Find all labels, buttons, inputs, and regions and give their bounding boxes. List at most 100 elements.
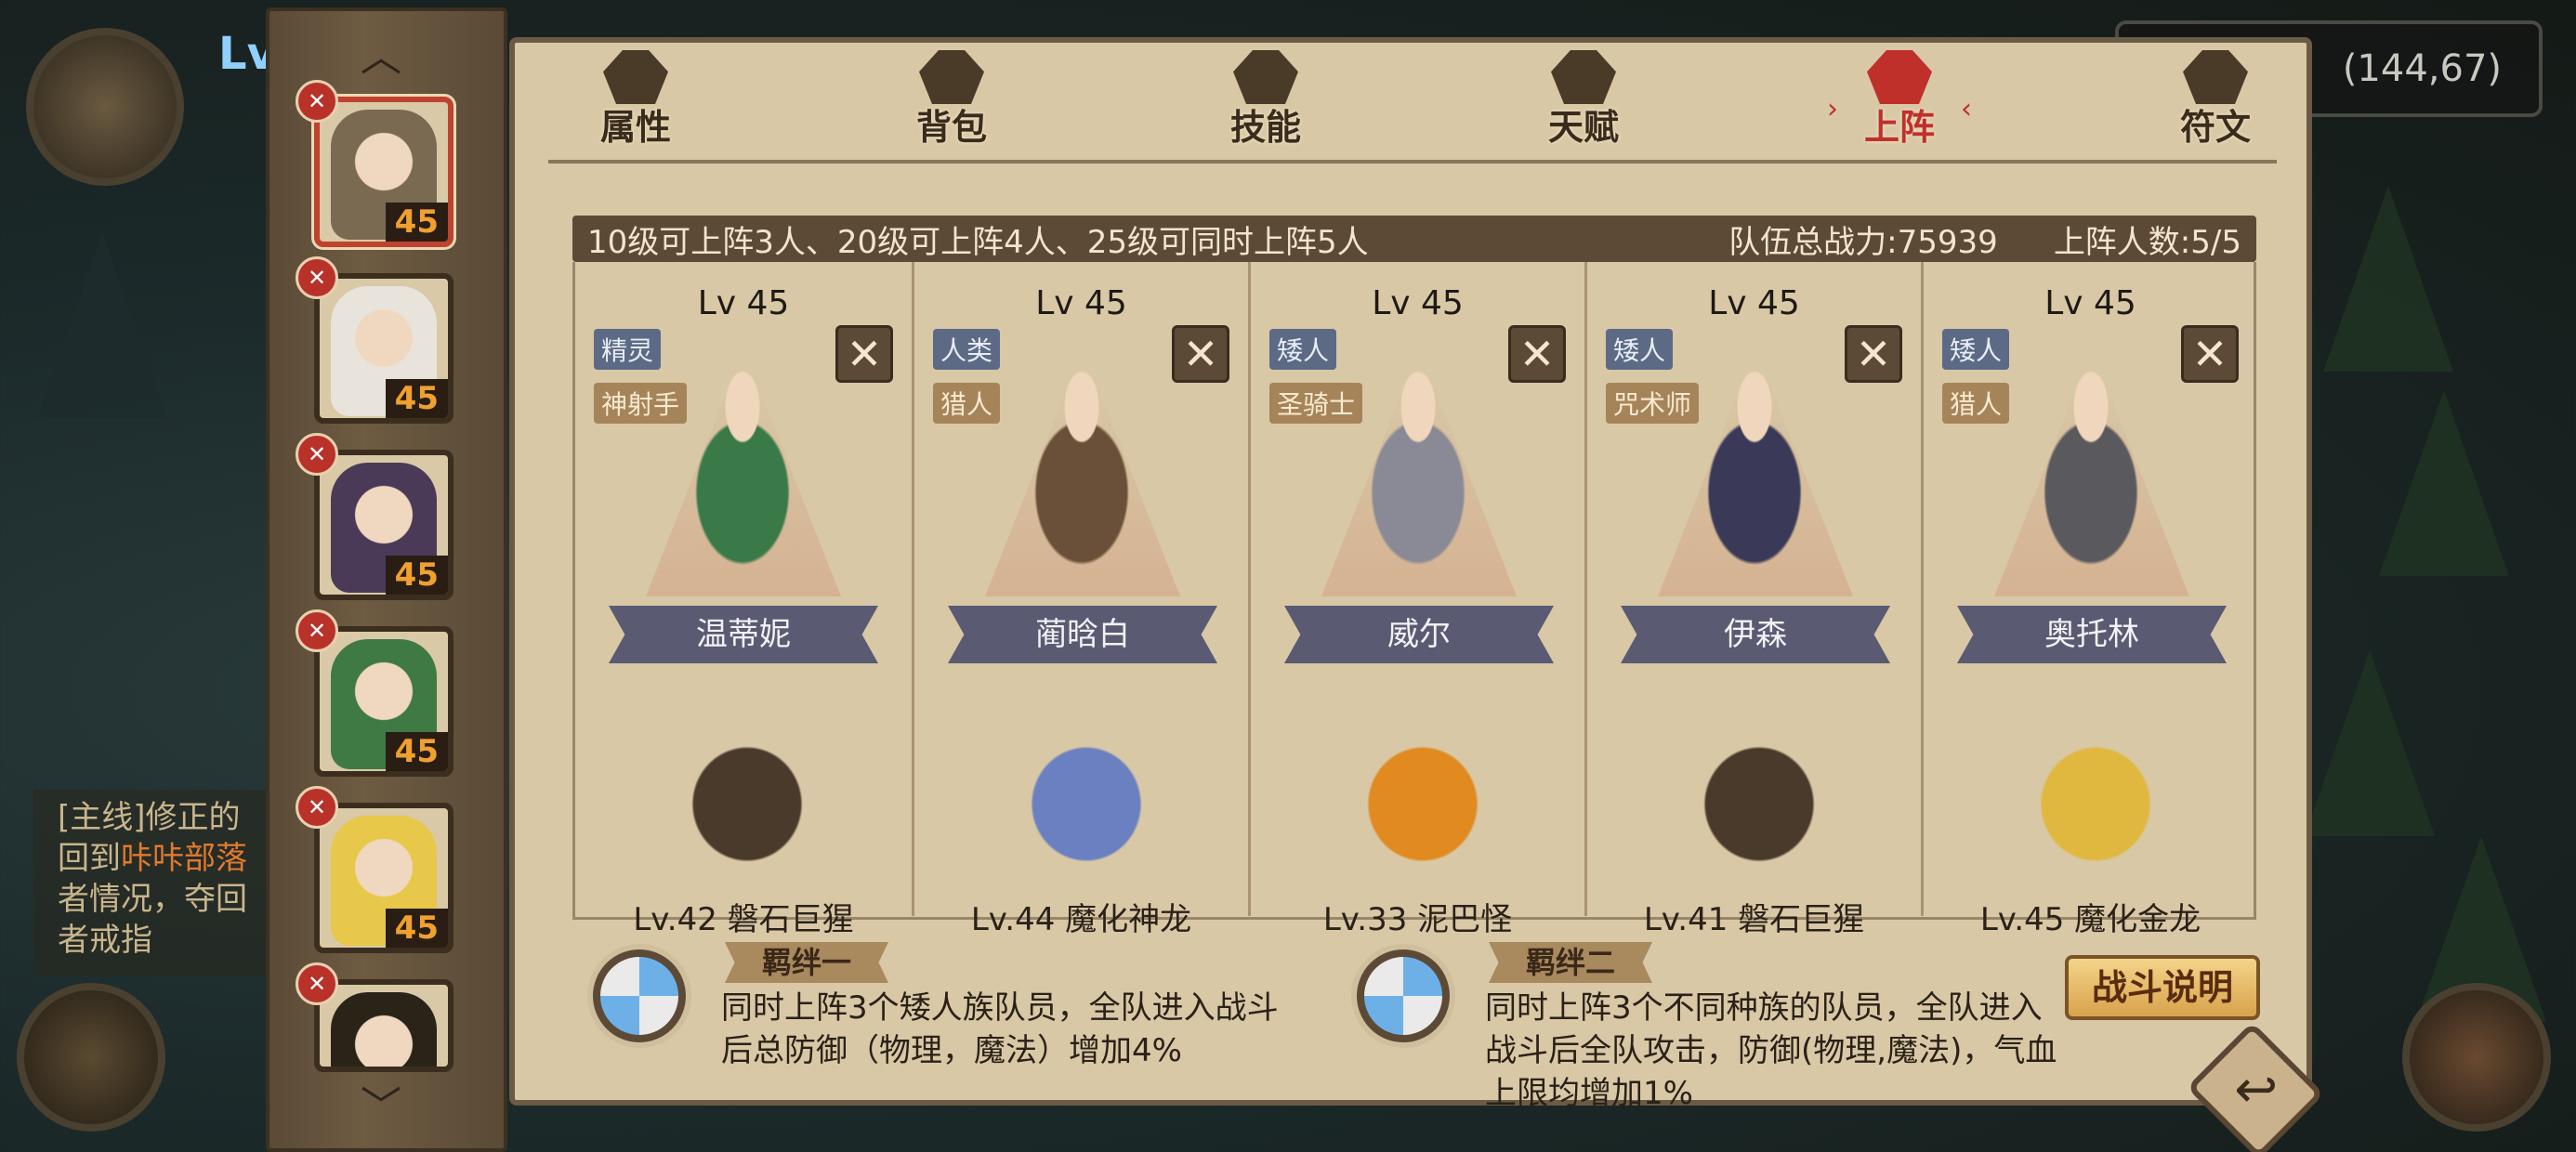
roster-hero-slot[interactable]: 45 [314, 450, 453, 600]
remove-hero-button[interactable]: ✕ [2181, 325, 2239, 383]
bond-text: 上限均增加1% [1485, 1075, 1693, 1112]
tab-label: 上阵 [1863, 107, 1935, 148]
quest-text: 回到 [58, 840, 121, 877]
hero-figure [1671, 364, 1838, 578]
remove-hero-button[interactable]: ✕ [1845, 325, 1902, 383]
tab-label: 属性 [599, 107, 671, 148]
hero-figure [659, 364, 826, 578]
tab-eye[interactable]: 天赋 [1500, 50, 1667, 152]
class-tag: 猎人 [1942, 383, 2010, 424]
deployed-badge-icon: ✕ [296, 962, 338, 1005]
race-tag: 矮人 [1942, 329, 2010, 370]
deployed-badge-icon: ✕ [296, 433, 338, 476]
hero-roster[interactable]: ︿ 45 ✕ 45 ✕ 45 ✕ 45 ✕ 45 ✕ ✕ ﹀ [266, 7, 507, 1152]
team-power: 队伍总战力:75939 [1728, 223, 1998, 261]
bond-text: 战斗后全队攻击，防御(物理,魔法)，气血 [1485, 1032, 2057, 1069]
remove-hero-button[interactable]: ✕ [1172, 325, 1229, 383]
lineup-hero-card[interactable]: Lv 45 矮人猎人 ✕ 奥托林 Lv.45 魔化金龙 [1921, 262, 2257, 938]
remove-hero-button[interactable]: ✕ [835, 325, 893, 383]
pet-name: Lv.41 磐石巨猩 [1643, 901, 1865, 938]
lineup-hero-card[interactable]: Lv 45 矮人 咒术师 ✕ 伊森 Lv.41 磐石巨猩 [1584, 262, 1921, 938]
tab-arrow-left-icon: › [1827, 93, 1838, 125]
tab-backpack[interactable]: 背包 [868, 50, 1035, 152]
roster-hero-slot[interactable]: 45 [314, 626, 453, 777]
scroll-up-icon[interactable]: ︿ [353, 37, 409, 78]
hero-level: 45 [385, 203, 448, 242]
pet-name: Lv.44 魔化神龙 [970, 901, 1192, 938]
lineup-hero-card[interactable]: Lv 45 矮人 圣骑士 ✕ 威尔 Lv.33 泥巴怪 [1248, 262, 1584, 938]
tab-label: 背包 [915, 107, 987, 148]
hero-figure [998, 364, 1165, 578]
battle-info-button[interactable]: 战斗说明 [2065, 955, 2260, 1020]
hero-figure [1334, 364, 1502, 578]
hero-level: Lv 45 [1035, 284, 1127, 322]
hero-name: 奥托林 [1957, 606, 2227, 663]
tab-label: 符文 [2179, 107, 2251, 148]
race-tag: 精灵 [594, 329, 662, 370]
quest-text: 者戒指 [58, 922, 152, 959]
tab-arrow-right-icon: ‹ [1961, 93, 1972, 125]
home-button[interactable] [2402, 983, 2551, 1132]
hero-level: 45 [385, 909, 448, 948]
bond-one-description: 同时上阵3个矮人族队员，全队进入战斗 后总防御（物理，魔法）增加4% [721, 987, 1279, 1072]
roster-hero-slot[interactable]: 45 [314, 273, 453, 424]
hero-name: 伊森 [1621, 606, 1890, 663]
tab-crossed-swords[interactable]: 上阵 › ‹ [1816, 50, 1983, 152]
quest-text: 者情况，夺回 [58, 881, 247, 918]
class-tag: 猎人 [933, 383, 1001, 424]
pet-figure [1339, 717, 1506, 875]
tab-rune[interactable]: 符文 [2132, 50, 2299, 152]
return-arrow-icon: ↩ [2234, 1059, 2279, 1120]
race-tag: 人类 [933, 329, 1001, 370]
remove-hero-button[interactable]: ✕ [1508, 325, 1566, 383]
deployed-badge-icon: ✕ [296, 609, 338, 652]
divider [548, 160, 2277, 164]
pet-menu-button[interactable] [17, 983, 165, 1132]
pet-name: Lv.45 魔化金龙 [1979, 901, 2201, 938]
book-icon [1233, 50, 1298, 104]
bond-two-description: 同时上阵3个不同种族的队员，全队进入 战斗后全队攻击，防御(物理,魔法)，气血 … [1485, 987, 2057, 1115]
hero-name: 威尔 [1284, 606, 1554, 663]
roster-hero-slot[interactable]: 45 [314, 803, 453, 953]
bond-one-title: 羁绊一 [725, 942, 889, 983]
pet-name: Lv.33 泥巴怪 [1322, 901, 1513, 938]
hero-figure [2007, 364, 2175, 578]
lineup-hero-card[interactable]: Lv 45 人类猎人 ✕ 蔺晗白 Lv.44 魔化神龙 [912, 262, 1248, 938]
bond-two-title: 羁绊二 [1489, 942, 1653, 983]
quest-tracker[interactable]: [主线]修正的 回到咔咔部落 者情况，夺回 者戒指 [33, 790, 275, 975]
player-avatar[interactable] [26, 28, 184, 186]
hero-level: 45 [385, 556, 448, 595]
pet-name: Lv.42 磐石巨猩 [633, 901, 854, 938]
deployed-badge-icon: ✕ [296, 256, 338, 299]
rune-icon [2183, 50, 2248, 104]
hero-level: Lv 45 [1372, 284, 1464, 322]
roster-hero-slot[interactable]: 45 [314, 97, 453, 247]
backpack-icon [919, 50, 984, 104]
bond-two-icon [1357, 949, 1450, 1042]
deployed-badge-icon: ✕ [296, 786, 338, 829]
race-tag: 矮人 [1606, 329, 1674, 370]
crossed-swords-icon [1867, 50, 1932, 104]
pet-figure [1676, 717, 1843, 875]
tab-book[interactable]: 技能 [1182, 50, 1349, 152]
hero-name: 温蒂妮 [609, 606, 878, 663]
bond-text: 同时上阵3个不同种族的队员，全队进入 [1485, 989, 2043, 1027]
lineup-count: 上阵人数:5/5 [2053, 223, 2241, 261]
hero-portrait [331, 992, 437, 1067]
tab-label: 技能 [1229, 107, 1301, 148]
tab-label: 天赋 [1547, 107, 1619, 148]
hero-level: Lv 45 [2044, 284, 2136, 322]
pet-figure [664, 717, 831, 875]
lineup-rule-text: 10级可上阵3人、20级可上阵4人、25级可同时上阵5人 [587, 223, 1369, 261]
scroll-down-icon[interactable]: ﹀ [353, 1087, 409, 1128]
eye-icon [1551, 50, 1616, 104]
lineup-info-bar: 10级可上阵3人、20级可上阵4人、25级可同时上阵5人 队伍总战力:75939… [572, 216, 2256, 262]
panel-tabs: 属性 背包 技能 天赋 上阵 › ‹ 符文 [515, 43, 2307, 154]
lineup-hero-card[interactable]: Lv 45 精灵 神射手 ✕ 温蒂妮 Lv.42 磐石巨猩 [575, 262, 912, 938]
hero-level: 45 [385, 732, 448, 771]
hero-level: 45 [385, 379, 448, 418]
tab-flame[interactable]: 属性 [552, 50, 719, 152]
hero-level: Lv 45 [697, 284, 790, 322]
pet-figure [1003, 717, 1170, 875]
hero-name: 蔺晗白 [948, 606, 1217, 663]
